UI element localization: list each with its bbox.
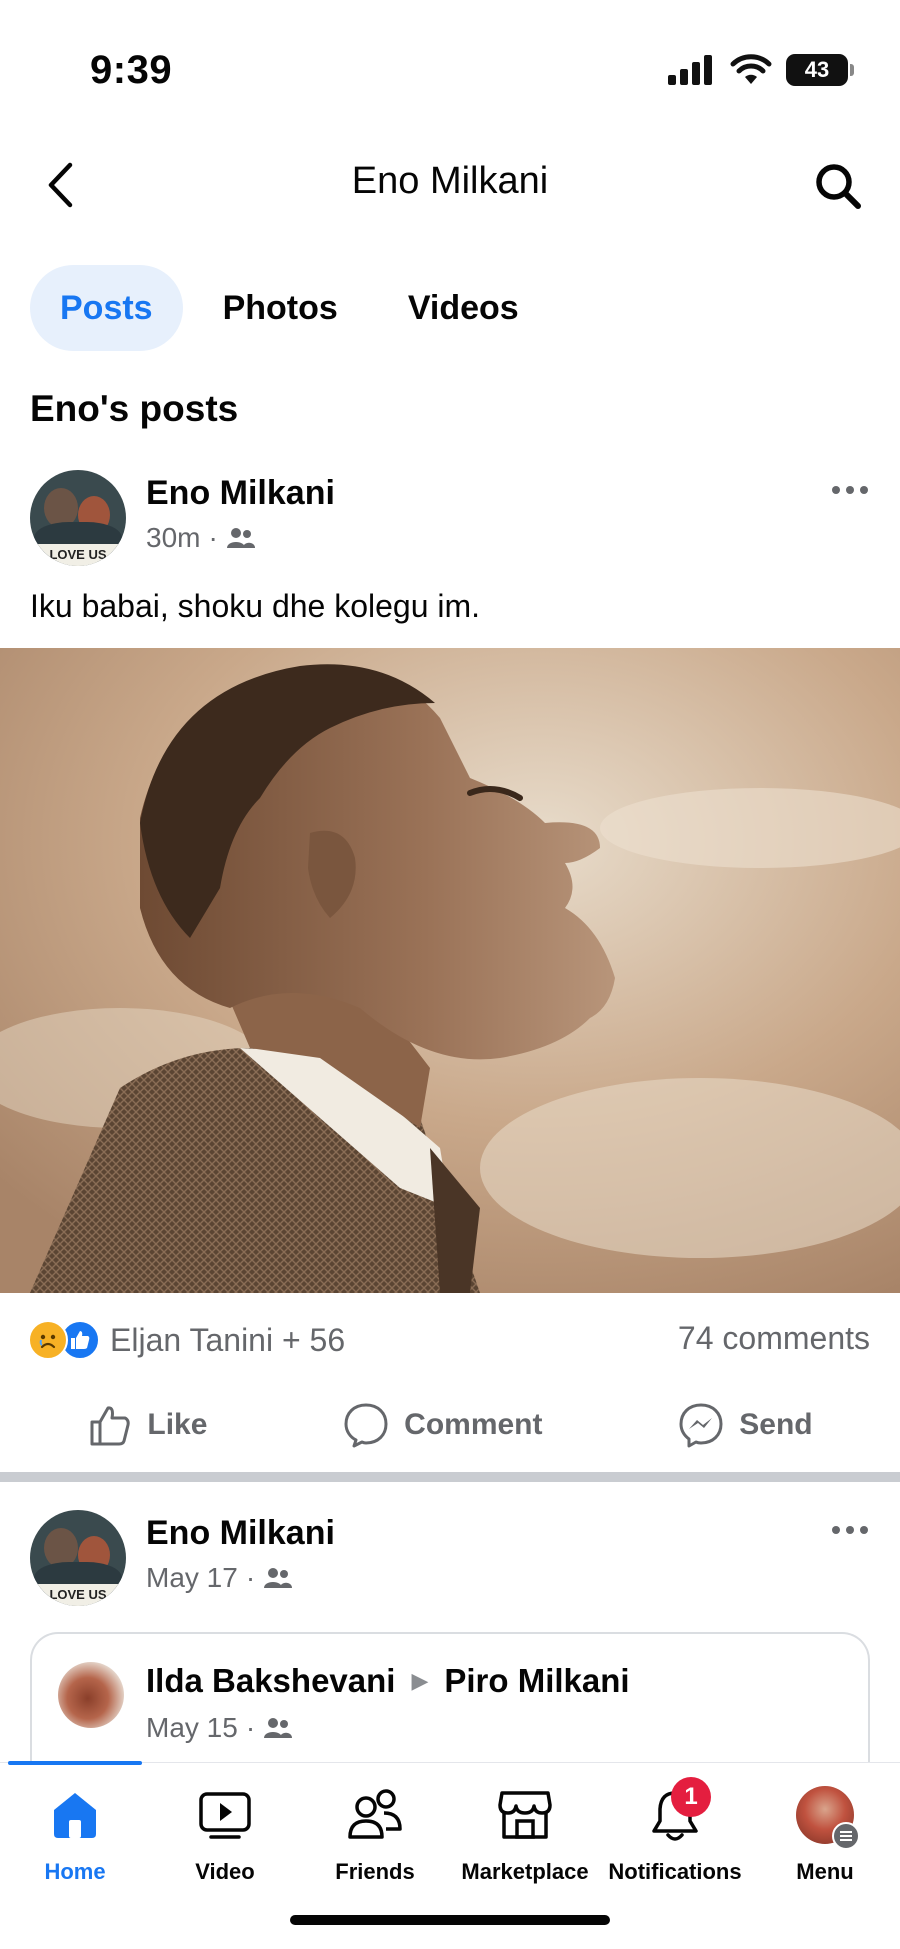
comment-icon: [344, 1403, 388, 1448]
post-time: 30m: [146, 522, 201, 553]
shared-post-names: Ilda Bakshevani ▶ Piro Milkani: [146, 1662, 630, 1700]
battery-icon: 43: [786, 54, 848, 86]
friends-icon: [345, 1785, 405, 1845]
post-author[interactable]: Eno Milkani: [146, 474, 335, 513]
post-header: LOVE US Eno Milkani May 17 ·: [30, 1510, 880, 1610]
avatar[interactable]: LOVE US: [30, 470, 126, 566]
tab-menu[interactable]: Menu: [750, 1785, 900, 1895]
thumbs-up-icon: [90, 1406, 131, 1446]
battery-level: 43: [804, 57, 830, 82]
video-icon: [195, 1785, 255, 1845]
notification-badge: 1: [671, 1777, 711, 1817]
post-meta: May 17 ·: [146, 1562, 293, 1594]
avatar[interactable]: LOVE US: [30, 1510, 126, 1606]
sad-reaction-icon: [28, 1320, 68, 1360]
post-header: LOVE US Eno Milkani 30m ·: [30, 470, 880, 570]
reaction-names: Eljan Tanini + 56: [110, 1321, 346, 1358]
home-icon: [45, 1785, 105, 1845]
status-bar: 9:39 43: [0, 0, 900, 130]
shared-to[interactable]: Piro Milkani: [444, 1662, 629, 1700]
shared-from[interactable]: Ilda Bakshevani: [146, 1662, 395, 1700]
search-icon: [816, 164, 861, 209]
shared-post-card[interactable]: Ilda Bakshevani ▶ Piro Milkani May 15 ·: [30, 1632, 870, 1762]
portrait-photo: [0, 648, 900, 1293]
tab-video[interactable]: Video: [150, 1785, 300, 1895]
wifi-icon: [730, 54, 772, 84]
friends-audience-icon: [264, 1718, 293, 1738]
nav-bar: Eno Milkani: [0, 140, 900, 230]
post-meta: 30m ·: [146, 522, 256, 554]
more-options-button[interactable]: [820, 1510, 880, 1550]
menu-icon: [832, 1822, 860, 1850]
home-indicator[interactable]: [290, 1915, 610, 1925]
tab-home[interactable]: Home: [0, 1785, 150, 1895]
post-divider: [0, 1472, 900, 1482]
status-time: 9:39: [90, 48, 173, 92]
comments-count[interactable]: 74 comments: [678, 1320, 870, 1357]
avatar-caption: LOVE US: [30, 544, 126, 566]
signal-icon: [668, 55, 712, 85]
friends-audience-icon: [264, 1568, 293, 1588]
tab-marketplace[interactable]: Marketplace: [450, 1785, 600, 1895]
tab-videos[interactable]: Videos: [378, 265, 549, 351]
marketplace-icon: [495, 1785, 555, 1845]
messenger-icon: [679, 1403, 723, 1448]
more-options-button[interactable]: [820, 470, 880, 510]
status-icons: 43: [668, 52, 854, 88]
page-title: Eno Milkani: [351, 160, 549, 202]
post-actions: Like Comment Send: [0, 1390, 900, 1460]
like-button[interactable]: Like: [87, 1402, 207, 1448]
filter-tabs: Posts Photos Videos: [30, 265, 549, 351]
section-title: Eno's posts: [30, 388, 239, 429]
tab-friends[interactable]: Friends: [300, 1785, 450, 1895]
profile-avatar: [796, 1786, 860, 1850]
reactions-summary[interactable]: Eljan Tanini + 56: [28, 1318, 345, 1362]
post-text: Iku babai, shoku dhe kolegu im.: [30, 588, 481, 624]
friends-audience-icon: [226, 528, 255, 548]
tab-photos[interactable]: Photos: [193, 265, 368, 351]
post-time: May 17: [146, 1562, 238, 1593]
avatar-caption: LOVE US: [30, 1584, 126, 1606]
battery-cap: [850, 64, 854, 76]
triangle-right-icon: ▶: [411, 1668, 429, 1693]
send-button[interactable]: Send: [677, 1401, 813, 1449]
tab-posts[interactable]: Posts: [30, 265, 183, 351]
active-tab-indicator: [8, 1761, 142, 1765]
post-photo[interactable]: [0, 648, 900, 1293]
tab-notifications[interactable]: 1 Notifications: [600, 1777, 750, 1895]
avatar[interactable]: [58, 1662, 124, 1728]
post-author[interactable]: Eno Milkani: [146, 1514, 335, 1553]
search-button[interactable]: [810, 158, 866, 214]
shared-post-meta: May 15 ·: [146, 1712, 293, 1744]
comment-button[interactable]: Comment: [342, 1401, 543, 1449]
bell-icon: 1: [645, 1777, 711, 1845]
shared-post-time: May 15: [146, 1712, 238, 1743]
